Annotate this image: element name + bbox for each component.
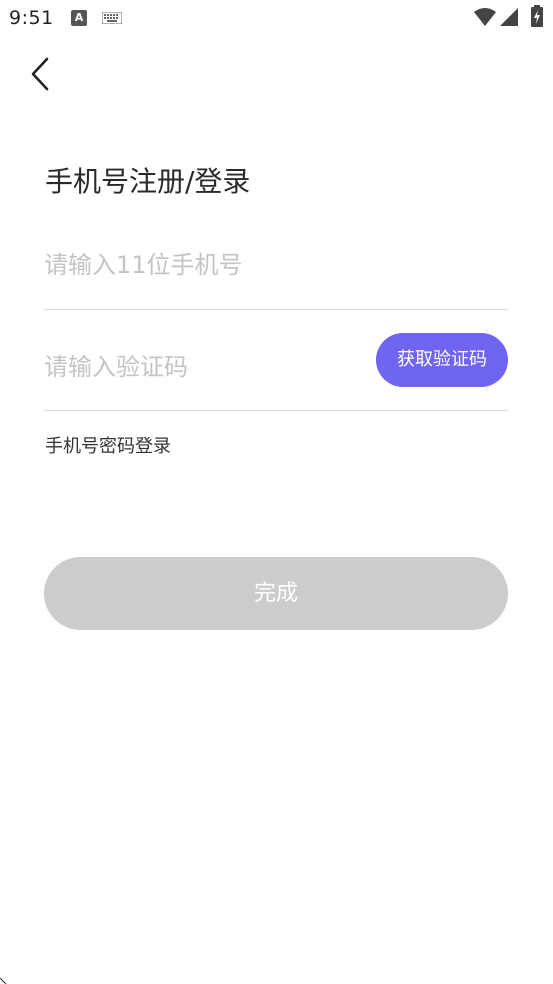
chevron-left-icon — [31, 57, 49, 91]
code-field-row: 获取验证码 — [44, 330, 508, 411]
screen: 9:51 A 手机号注册/登录 请输入11位手机号 请输入验证码 获取验证码 手… — [0, 0, 553, 984]
get-code-button[interactable]: 获取验证码 — [376, 333, 508, 387]
back-button[interactable] — [20, 54, 60, 94]
phone-input[interactable] — [44, 248, 508, 282]
status-time: 9:51 — [9, 7, 54, 29]
password-login-link[interactable]: 手机号密码登录 — [45, 432, 171, 458]
signal-icon — [500, 8, 518, 26]
accessibility-a-icon: A — [71, 10, 87, 26]
battery-charging-icon — [531, 5, 543, 27]
page-title: 手机号注册/登录 — [45, 165, 251, 198]
corner-mark — [0, 978, 6, 984]
keyboard-icon — [102, 12, 122, 24]
verification-code-input[interactable] — [44, 350, 344, 384]
phone-field-row — [44, 230, 508, 310]
status-bar: 9:51 A — [0, 0, 553, 36]
wifi-icon — [474, 8, 496, 26]
submit-button[interactable]: 完成 — [44, 557, 508, 630]
